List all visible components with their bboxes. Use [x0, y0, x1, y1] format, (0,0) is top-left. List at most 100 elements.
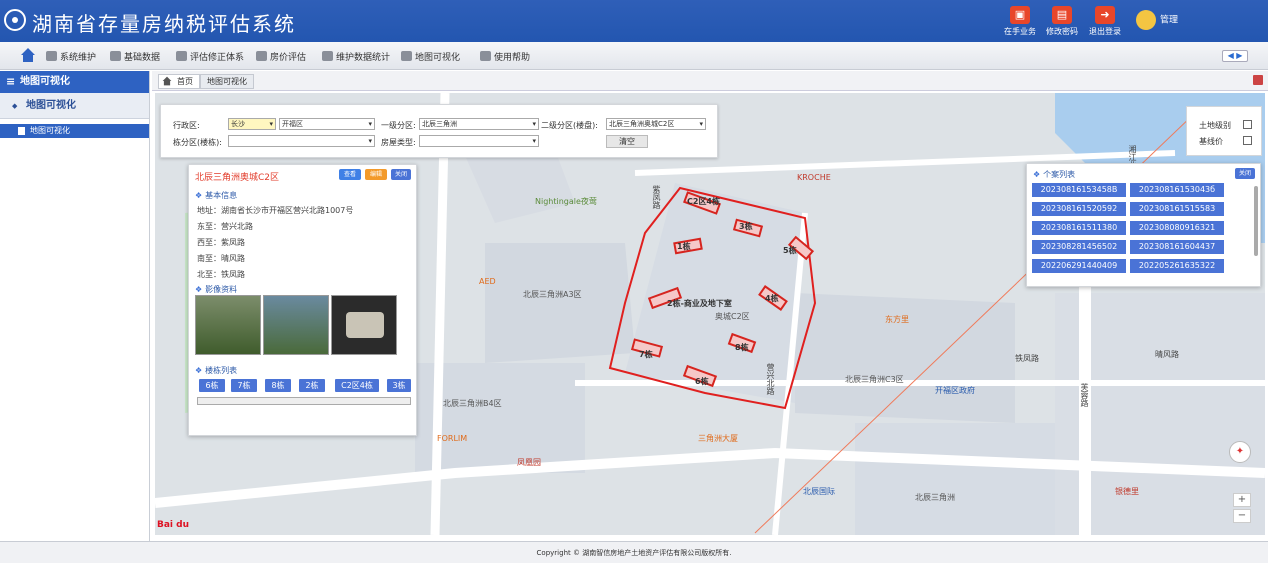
menu-system-maintenance[interactable]: 系统维护: [46, 50, 96, 63]
photo-thumb[interactable]: [331, 295, 397, 355]
baseline-checkbox[interactable]: [1243, 136, 1252, 145]
sidebar-item-map-visualization[interactable]: 地图可视化: [0, 124, 149, 138]
edit-button[interactable]: 编辑: [365, 169, 387, 180]
close-button[interactable]: 关闭: [391, 169, 411, 180]
image-header: 影像资料: [195, 284, 237, 295]
map-label-nightingale: Nightingale夜莺: [535, 197, 597, 206]
case-item[interactable]: 20230816152059​2: [1032, 202, 1126, 216]
map-label-government: 开福区政府: [935, 386, 975, 395]
menu-correction-system[interactable]: 评估修正体系: [176, 50, 244, 63]
level1-label: 一级分区:: [381, 121, 416, 130]
map-label-kroche: KROCHE: [797, 173, 831, 182]
tab-map-visualization[interactable]: 地图可视化: [200, 74, 254, 89]
people-icon: [46, 51, 57, 61]
case-item[interactable]: 20230828145650​2: [1032, 240, 1126, 254]
map-label-6: 6栋: [695, 377, 709, 386]
level2-label: 二级分区(楼盘):: [541, 121, 598, 130]
view-button[interactable]: 查看: [339, 169, 361, 180]
district-select[interactable]: 开福区: [279, 118, 375, 130]
case-item[interactable]: 20220629144040​9: [1032, 259, 1126, 273]
info-title: 北辰三角洲奥城C2区: [195, 173, 280, 183]
level1-select[interactable]: 北辰三角洲: [419, 118, 539, 130]
map-label-5: 5栋: [783, 246, 797, 255]
zoom-in-button[interactable]: +: [1233, 493, 1251, 507]
case-item[interactable]: 20220526163532​2: [1130, 259, 1224, 273]
map-label-aed: AED: [479, 277, 496, 286]
building-button[interactable]: 2栋: [299, 379, 325, 392]
map-label-8: 8栋: [735, 343, 749, 352]
land-level-checkbox[interactable]: [1243, 120, 1252, 129]
chart-icon: [322, 51, 333, 61]
block-a3: [485, 243, 635, 363]
fullscreen-icon[interactable]: [1253, 75, 1263, 85]
help-icon: [480, 51, 491, 61]
block-south: [855, 423, 1055, 535]
west-boundary: 西至：紫凤路: [197, 238, 245, 247]
case-close-button[interactable]: 关闭: [1235, 168, 1255, 179]
building-select[interactable]: [228, 135, 375, 147]
building-button[interactable]: 8栋: [265, 379, 291, 392]
address-text: 地址：湖南省长沙市开福区营兴北路1007号: [197, 206, 354, 215]
map-label-a3: 北辰三角洲A3区: [523, 290, 582, 299]
map-label-sanjiaozhou-tower: 三角洲大厦: [698, 434, 738, 443]
building-list-header: 楼栋列表: [195, 365, 237, 376]
tab-bar: 首页 地图可视化: [152, 71, 1268, 91]
main-menu: 系统维护 基础数据 评估修正体系 房价评估 维护数据统计 地图可视化 使用帮助 …: [0, 42, 1268, 70]
map-label-beichen-intl: 北辰国际: [803, 487, 835, 496]
logo-icon: [4, 9, 26, 31]
sidebar-title: 地图可视化: [0, 71, 149, 93]
building-button[interactable]: 7栋: [231, 379, 257, 392]
menu-maintenance-stats[interactable]: 维护数据统计: [322, 50, 390, 63]
map-label-yingxing: 营兴北路: [766, 363, 775, 395]
menu-scroll-arrows[interactable]: ◀ ▶: [1222, 50, 1248, 62]
clear-button[interactable]: 清空: [606, 135, 648, 148]
map-label-furong: 芙蓉路: [1080, 383, 1089, 407]
vertical-scrollbar[interactable]: [1254, 186, 1258, 256]
compass-icon[interactable]: ✦: [1229, 441, 1251, 463]
case-item[interactable]: 20230816160443​7: [1130, 240, 1224, 254]
user-menu[interactable]: 管理: [1136, 10, 1178, 30]
north-boundary: 北至：铁凤路: [197, 270, 245, 279]
logout-button[interactable]: ➜ 退出登录: [1083, 6, 1127, 37]
map-label-qingfeng: 晴风路: [1155, 350, 1179, 359]
type-select[interactable]: [419, 135, 539, 147]
photo-thumb[interactable]: [195, 295, 261, 355]
map-label-7: 7栋: [639, 350, 653, 359]
map-label-c2: 奥城C2区: [715, 312, 750, 321]
menu-help[interactable]: 使用帮助: [480, 50, 530, 63]
sidebar-group-map[interactable]: 地图可视化: [0, 93, 149, 119]
map-label-2-commercial: 2栋-商业及地下室: [667, 299, 732, 308]
level2-select[interactable]: 北辰三角洲奥城C2区: [606, 118, 706, 130]
building-button[interactable]: 6栋: [199, 379, 225, 392]
map-label-3: 3栋: [739, 222, 753, 231]
menu-map-visualization[interactable]: 地图可视化: [401, 50, 460, 63]
building-button[interactable]: 3栋: [387, 379, 411, 392]
case-item[interactable]: 20230808091632​1: [1130, 221, 1224, 235]
exit-icon: ➜: [1095, 6, 1115, 24]
photo-thumb[interactable]: [263, 295, 329, 355]
building-button[interactable]: C2区4栋: [335, 379, 379, 392]
in-hand-business-button[interactable]: ▣ 在手业务: [998, 6, 1042, 37]
home-icon[interactable]: [20, 47, 36, 63]
zoom-out-button[interactable]: −: [1233, 509, 1251, 523]
case-item[interactable]: 202308161515​583: [1130, 202, 1224, 216]
map-label-dongfangli: 东方里: [885, 315, 909, 324]
user-icon: [256, 51, 267, 61]
tools-icon: [176, 51, 187, 61]
case-item[interactable]: 20230816153458B: [1032, 183, 1126, 197]
case-item[interactable]: 20230816153043б: [1130, 183, 1224, 197]
city-select[interactable]: 长沙: [228, 118, 276, 130]
building-label: 栋分区(楼栋):: [173, 138, 222, 147]
land-level-label: 土地级别: [1199, 121, 1231, 130]
sidebar: 地图可视化 地图可视化 地图可视化: [0, 71, 150, 541]
case-item[interactable]: 20230816151138​0: [1032, 221, 1126, 235]
app-header: 湖南省存量房纳税评估系统 ▣ 在手业务 ▤ 修改密码 ➜ 退出登录 管理: [0, 0, 1268, 42]
change-password-button[interactable]: ▤ 修改密码: [1040, 6, 1084, 37]
menu-price-evaluation[interactable]: 房价评估: [256, 50, 306, 63]
menu-base-data[interactable]: 基础数据: [110, 50, 160, 63]
gear-icon: [110, 51, 121, 61]
map-label-fenghuang: 凤凰园: [517, 458, 541, 467]
map-label-sanjiaozhou: 北辰三角洲: [915, 493, 955, 502]
horizontal-scrollbar[interactable]: [197, 397, 411, 405]
south-boundary: 南至：晴风路: [197, 254, 245, 263]
